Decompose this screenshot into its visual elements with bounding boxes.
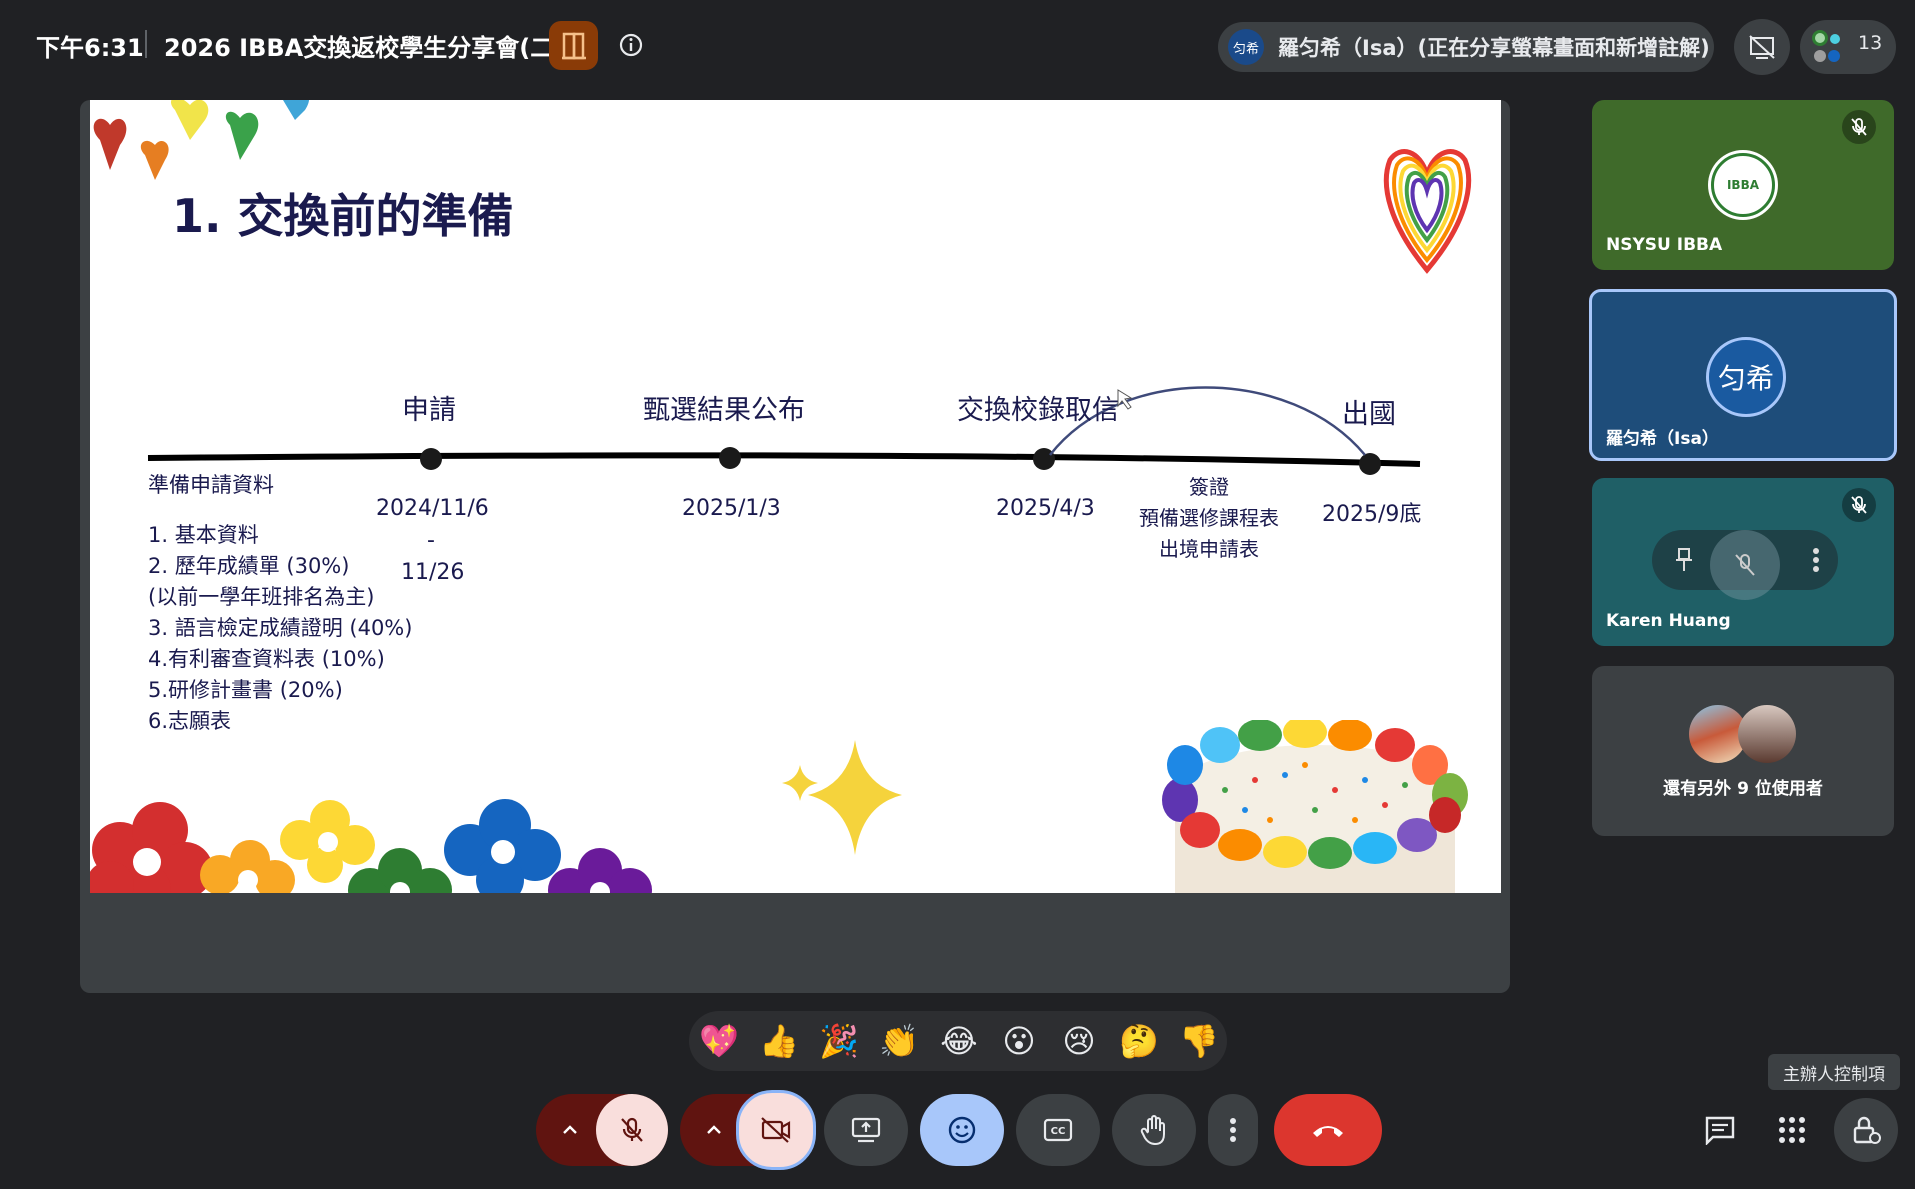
presenter-status: 羅匀希（Isa）(正在分享螢幕畫面和新增註解) — [1278, 36, 1710, 60]
avatar — [1738, 705, 1796, 763]
emoji-icon[interactable] — [920, 1094, 1004, 1166]
list-item: 1. 基本資料 — [148, 523, 259, 547]
timeline-dot — [1359, 453, 1381, 475]
participant-name: 羅匀希（Isa） — [1606, 429, 1719, 449]
people-icon — [1808, 27, 1844, 67]
reaction-party-icon[interactable]: 🎉 — [814, 1018, 864, 1064]
participant-tile[interactable]: 匀希 羅匀希（Isa） — [1589, 289, 1897, 461]
end-call-icon[interactable] — [1274, 1094, 1382, 1166]
milestone-label: 出國 — [1342, 399, 1396, 430]
milestone-label: 交換校錄取信 — [957, 395, 1119, 426]
chat-icon[interactable] — [1692, 1102, 1748, 1158]
reaction-clap-icon[interactable]: 👏 — [874, 1018, 924, 1064]
note-line: 出境申請表 — [1159, 537, 1259, 561]
participant-count: 13 — [1858, 32, 1883, 54]
date-range-dash: - — [427, 528, 435, 553]
mic-off-icon[interactable] — [596, 1094, 668, 1166]
svg-text:CC: CC — [1051, 1126, 1066, 1137]
shared-slide: 1. 交換前的準備 申請 甄選結果公布 交換校錄取信 出國 2024/11/6 … — [90, 100, 1501, 893]
chevron-up-icon[interactable] — [696, 1110, 732, 1150]
participant-tile[interactable]: IBBA NSYSU IBBA — [1592, 100, 1894, 270]
milestone-label: 甄選結果公布 — [643, 395, 805, 426]
ibba-logo-icon: IBBA — [1711, 153, 1775, 217]
reaction-sad-icon[interactable]: 😢 — [1054, 1018, 1104, 1064]
top-bar: 下午6:31 2026 IBBA交換返校學生分享會(二) 匀希 羅匀希（Isa）… — [0, 0, 1915, 90]
note-line: 簽證 — [1189, 475, 1229, 499]
avatar: IBBA — [1708, 150, 1778, 220]
cake-decoration-icon — [1162, 720, 1468, 893]
list-item: 2. 歷年成績單 (30%) — [148, 554, 350, 578]
flowers-decoration-icon — [90, 799, 652, 893]
requirements-header: 準備申請資料 — [148, 473, 274, 497]
requirements-list: 準備申請資料 1. 基本資料 2. 歷年成績單 (30%) (以前一學年班排名為… — [148, 470, 412, 737]
list-item: (以前一學年班排名為主) — [148, 585, 375, 609]
reaction-surprised-icon[interactable]: 😮 — [994, 1018, 1044, 1064]
more-options-icon[interactable] — [1208, 1094, 1258, 1166]
host-controls-icon[interactable] — [1834, 1098, 1898, 1162]
reaction-thinking-icon[interactable]: 🤔 — [1114, 1018, 1164, 1064]
list-item: 4.有利審查資料表 (10%) — [148, 647, 385, 671]
clock: 下午6:31 — [36, 34, 144, 62]
timeline-dot — [420, 448, 442, 470]
reaction-thumbs-down-icon[interactable]: 👎 — [1174, 1018, 1224, 1064]
participant-name: Karen Huang — [1606, 611, 1731, 631]
more-participants-tile[interactable]: 還有另外 9 位使用者 — [1592, 666, 1894, 836]
activities-icon[interactable] — [1764, 1102, 1820, 1158]
list-item: 3. 語言檢定成績證明 (40%) — [148, 616, 413, 640]
reaction-laugh-icon[interactable]: 😂 — [934, 1018, 984, 1064]
mic-off-icon — [1842, 110, 1876, 144]
milestone-label: 申請 — [402, 395, 456, 426]
reaction-sparkling-heart-icon[interactable]: 💖 — [694, 1018, 744, 1064]
meeting-title: 2026 IBBA交換返校學生分享會(二) — [164, 34, 566, 62]
list-item: 6.志願表 — [148, 709, 232, 733]
host-controls-tooltip: 主辦人控制項 — [1768, 1054, 1900, 1090]
milestone-date: 2025/4/3 — [996, 496, 1095, 521]
more-options-icon[interactable] — [1799, 543, 1833, 577]
timeline-dot — [719, 447, 741, 469]
present-icon[interactable] — [824, 1094, 908, 1166]
between-notes: 簽證 預備選修課程表 出境申請表 — [1134, 472, 1284, 565]
pin-icon[interactable] — [1667, 543, 1701, 577]
participant-tile[interactable]: Karen Huang — [1592, 478, 1894, 646]
sparkle-icon — [782, 740, 902, 855]
milestone-date: 2025/1/3 — [682, 496, 781, 521]
info-icon[interactable] — [618, 32, 644, 58]
participant-name: NSYSU IBBA — [1606, 235, 1723, 255]
list-item: 5.研修計畫書 (20%) — [148, 678, 343, 702]
captions-icon[interactable]: CC — [1016, 1094, 1100, 1166]
presentation-off-icon[interactable] — [1734, 19, 1790, 75]
camera-off-icon[interactable] — [736, 1090, 816, 1170]
mic-off-icon — [1842, 488, 1876, 522]
reaction-thumbs-up-icon[interactable]: 👍 — [754, 1018, 804, 1064]
divider — [145, 30, 147, 58]
milestone-date: 2025/9底 — [1322, 502, 1422, 527]
avatar: 匀希 — [1706, 337, 1786, 417]
raise-hand-icon[interactable] — [1112, 1094, 1196, 1166]
mute-participant-icon[interactable] — [1710, 530, 1780, 600]
note-line: 預備選修課程表 — [1139, 506, 1279, 530]
chevron-up-icon[interactable] — [552, 1110, 588, 1150]
avatar: 匀希 — [1228, 29, 1264, 65]
room-icon[interactable] — [549, 21, 598, 70]
more-participants-label: 還有另外 9 位使用者 — [1663, 779, 1823, 799]
